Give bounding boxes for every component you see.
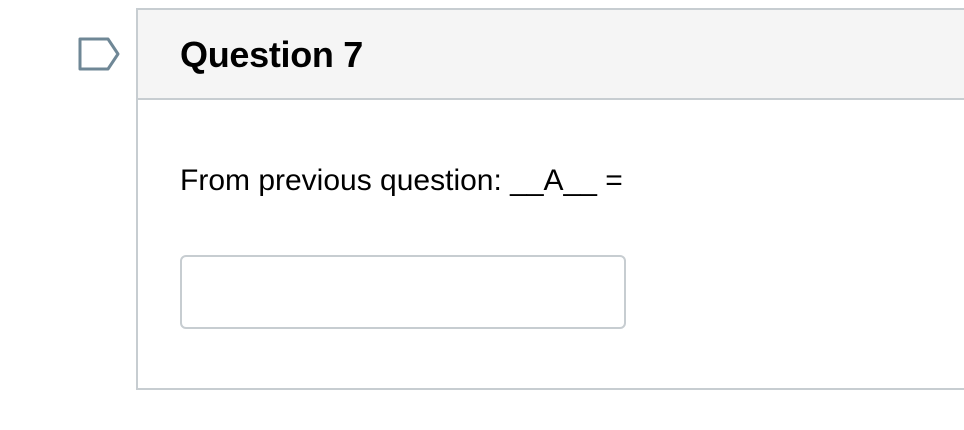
question-title: Question 7 xyxy=(180,34,364,75)
question-text: From previous question: __A__ = xyxy=(180,164,623,197)
flag-question-button[interactable] xyxy=(77,36,121,72)
question-header: Question 7 xyxy=(138,10,964,100)
flag-question-icon xyxy=(78,37,120,71)
answer-input[interactable] xyxy=(180,255,626,329)
question-card: Question 7 From previous question: __A__… xyxy=(136,8,964,390)
question-body: From previous question: __A__ = xyxy=(138,100,964,390)
quiz-page: Question 7 From previous question: __A__… xyxy=(0,0,964,430)
